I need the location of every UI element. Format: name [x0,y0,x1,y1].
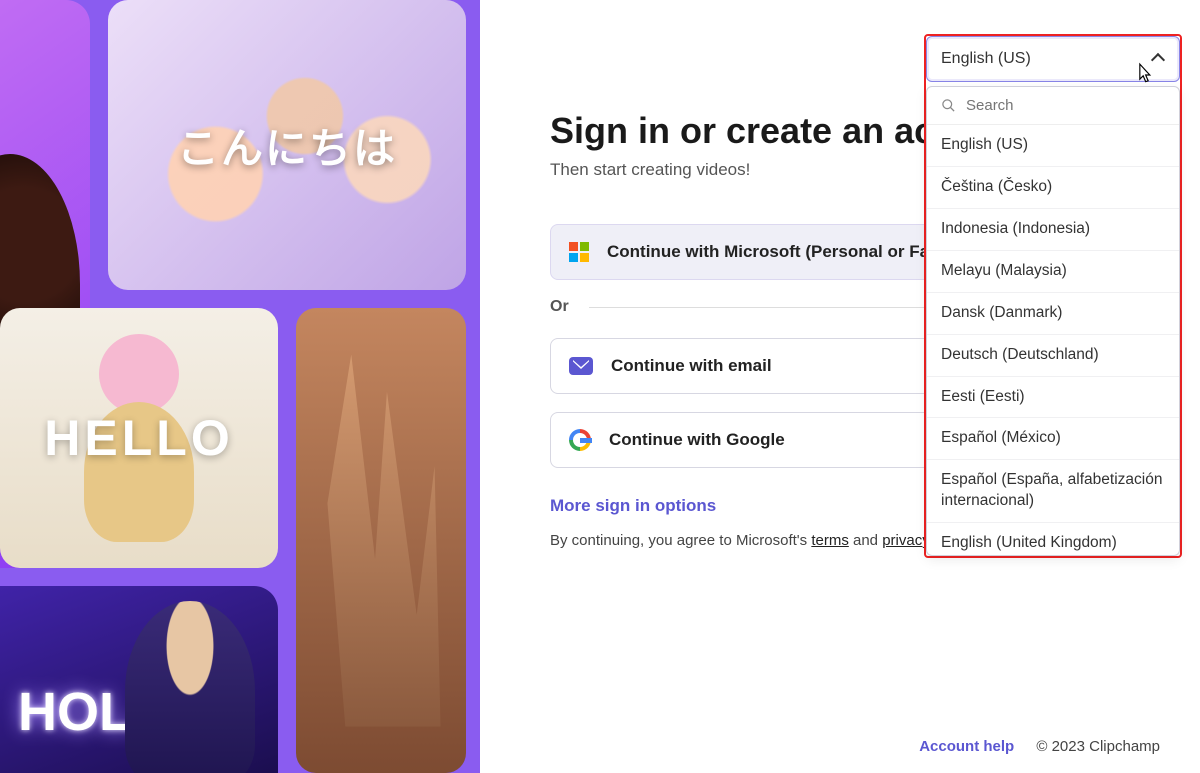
hero-text-en: HELLO [44,409,233,467]
language-search-input[interactable] [966,97,1165,114]
language-dropdown: English (US)Čeština (Česko)Indonesia (In… [926,86,1180,556]
language-option[interactable]: Melayu (Malaysia) [927,251,1179,293]
language-search-row [927,87,1179,125]
language-option[interactable]: English (United Kingdom) [927,523,1179,555]
language-option[interactable]: Deutsch (Deutschland) [927,335,1179,377]
language-option[interactable]: English (US) [927,125,1179,167]
hero-tile-hello: HELLO [0,308,278,568]
footer: Account help © 2023 Clipchamp [919,738,1160,755]
language-option[interactable]: Español (México) [927,418,1179,460]
language-option[interactable]: Čeština (Česko) [927,167,1179,209]
or-label: Or [550,298,569,316]
account-help-link[interactable]: Account help [919,738,1014,755]
hero-mosaic: こんにちは HELLO HOLA [0,0,480,773]
microsoft-icon [569,242,589,262]
hero-text-jp: こんにちは [177,115,397,176]
hero-tile-hola: HOLA [0,586,278,773]
language-select-button[interactable]: English (US) [926,36,1180,82]
language-options-list[interactable]: English (US)Čeština (Česko)Indonesia (In… [927,125,1179,555]
continue-google-label: Continue with Google [609,430,785,450]
hero-text-es: HOLA [18,681,171,743]
signin-panel: Sign in or create an account Then start … [480,0,1200,773]
continue-email-label: Continue with email [611,356,772,376]
google-icon [569,429,591,451]
hero-tile-canyon [296,308,466,773]
legal-and: and [849,532,882,549]
language-option[interactable]: Indonesia (Indonesia) [927,209,1179,251]
terms-link[interactable]: terms [811,532,849,549]
language-option[interactable]: Dansk (Danmark) [927,293,1179,335]
language-selected-label: English (US) [941,50,1031,68]
chevron-up-icon [1153,55,1165,67]
continue-microsoft-label: Continue with Microsoft (Personal or Fam… [607,242,969,262]
hero-tile-japanese: こんにちは [108,0,466,290]
language-option[interactable]: Español (España, alfabetización internac… [927,460,1179,523]
language-selector-highlight: English (US) English (US)Čeština (Česko)… [924,34,1182,558]
search-icon [941,98,956,113]
mail-icon [569,357,593,375]
more-signin-options-link[interactable]: More sign in options [550,496,716,516]
copyright-text: © 2023 Clipchamp [1036,738,1160,755]
language-option[interactable]: Eesti (Eesti) [927,377,1179,419]
legal-prefix: By continuing, you agree to Microsoft's [550,532,811,549]
